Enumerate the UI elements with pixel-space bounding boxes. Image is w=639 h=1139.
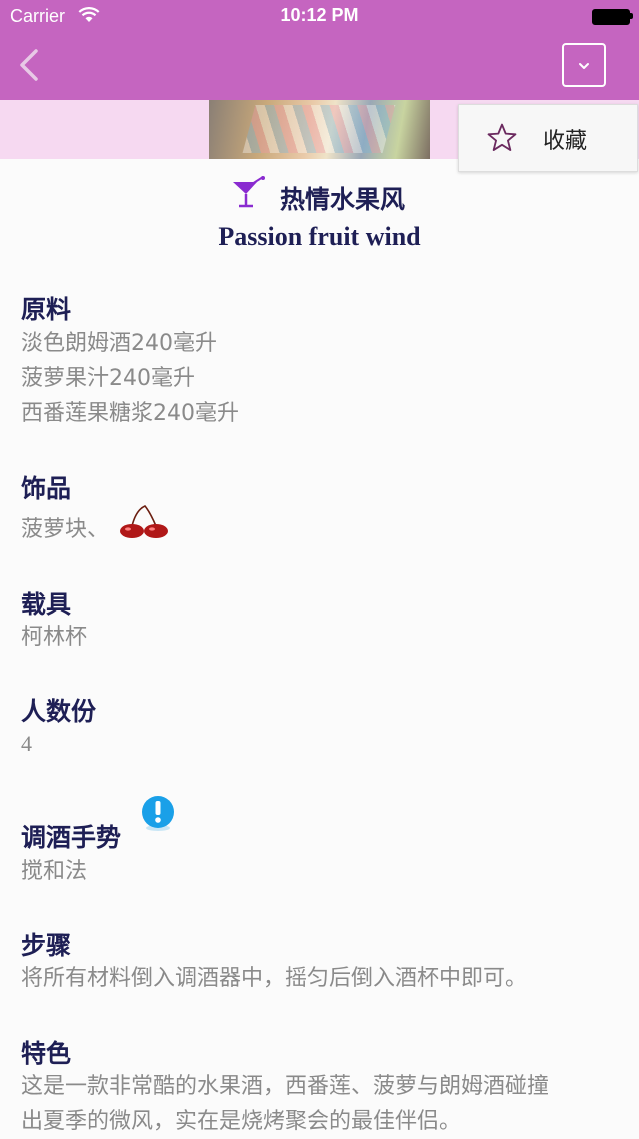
technique-label: 调酒手势: [21, 823, 122, 852]
feature-line: 这是一款非常酷的水果酒，西番莲、菠萝与朗姆酒碰撞: [21, 1074, 550, 1099]
status-bar: Carrier 10:12 PM: [0, 0, 639, 34]
menu-dropdown-button[interactable]: [562, 43, 606, 87]
garnish-label: 饰品: [21, 474, 72, 503]
star-icon: [487, 123, 517, 151]
drink-name-en: Passion fruit wind: [218, 222, 421, 251]
favorite-label: 收藏: [543, 129, 588, 154]
back-chevron-icon[interactable]: [14, 48, 48, 82]
ingredient-item: 淡色朗姆酒240毫升: [21, 331, 217, 356]
drink-name-cn: 热情水果风: [280, 185, 406, 214]
drink-photo: [209, 100, 430, 159]
ingredient-item: 菠萝果汁240毫升: [21, 366, 195, 391]
feature-line: 出夏季的微风，实在是烧烤聚会的最佳伴侣。: [21, 1109, 462, 1134]
garnish-value: 菠萝块、: [21, 517, 110, 542]
nav-bar: Carrier 10:12 PM: [0, 0, 639, 100]
steps-value: 将所有材料倒入调酒器中，摇匀后倒入酒杯中即可。: [21, 966, 528, 991]
battery-icon: [592, 9, 630, 25]
technique-value: 搅和法: [21, 859, 88, 884]
servings-value: 4: [21, 731, 32, 756]
status-time: 10:12 PM: [280, 5, 359, 25]
steps-label: 步骤: [21, 931, 72, 960]
glass-label: 载具: [21, 590, 72, 619]
servings-label: 人数份: [21, 697, 97, 726]
favorite-popup[interactable]: 收藏: [458, 104, 638, 172]
chevron-down-icon: [579, 63, 589, 69]
feature-label: 特色: [21, 1039, 72, 1068]
battery-tip: [630, 13, 633, 19]
ingredients-label: 原料: [21, 295, 72, 324]
cherry-icon: [120, 505, 168, 538]
glass-value: 柯林杯: [21, 625, 88, 650]
cocktail-glass-icon: [233, 176, 265, 208]
ingredient-item: 西番莲果糖浆240毫升: [21, 401, 239, 426]
info-alert-icon[interactable]: [140, 795, 176, 833]
